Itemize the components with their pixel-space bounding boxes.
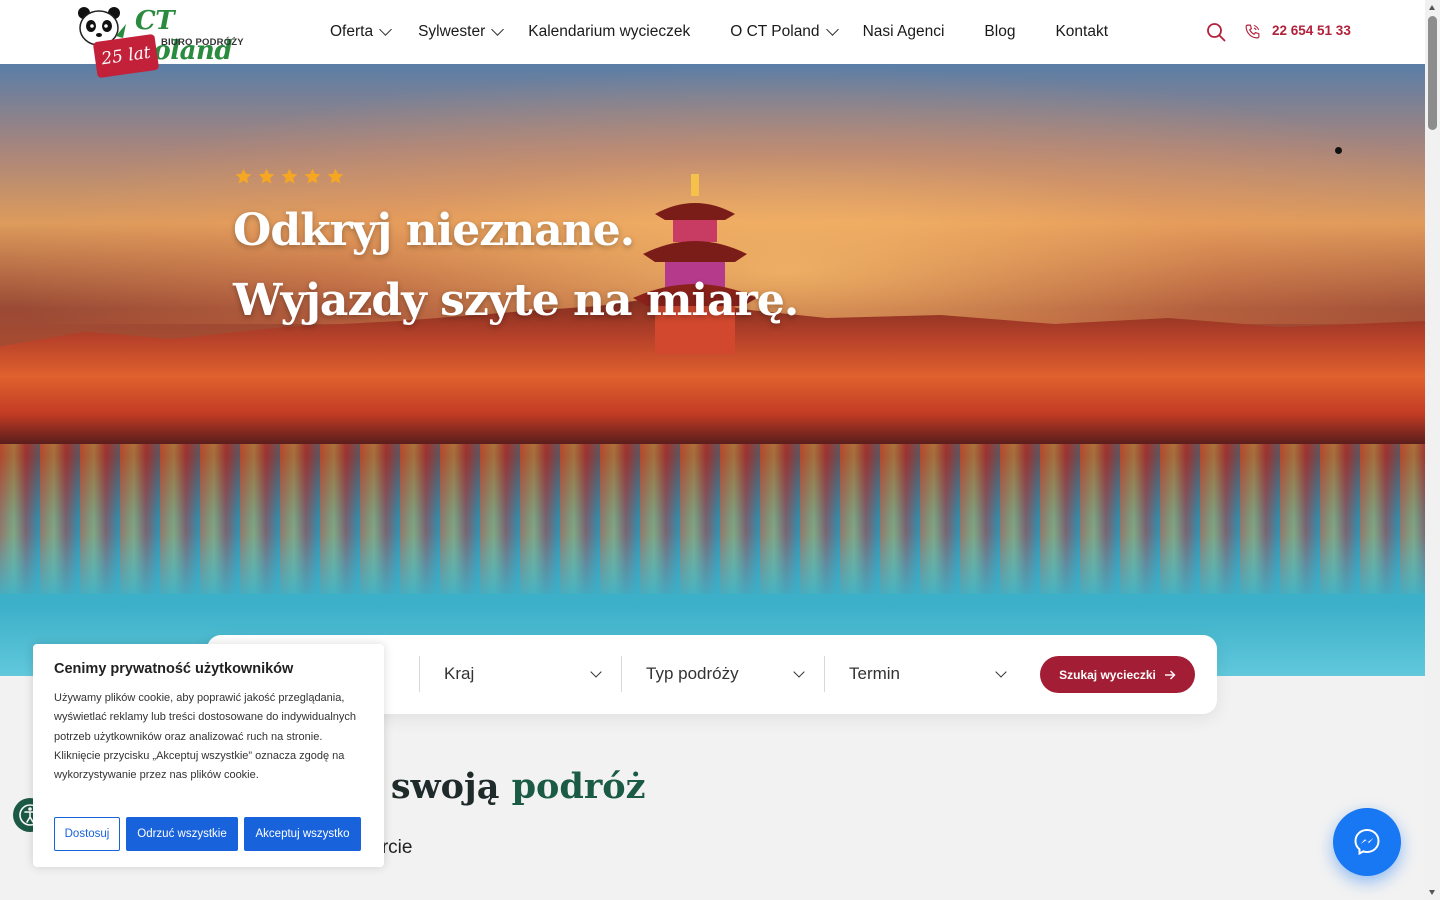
scroll-down-arrow-icon[interactable] xyxy=(1429,890,1435,895)
cookie-consent-panel: Cenimy prywatność użytkowników Używamy p… xyxy=(33,644,384,867)
star-icon xyxy=(304,168,321,184)
hero-title-line2: Wyjazdy szyte na miarę. xyxy=(233,275,799,326)
star-icon xyxy=(327,168,344,184)
trip-type-select[interactable]: Typ podróży xyxy=(646,657,805,691)
anniversary-badge: 25 lat xyxy=(92,33,160,79)
section-title-accent: podróż xyxy=(511,766,646,807)
filter-divider xyxy=(824,656,825,692)
cookie-customize-button[interactable]: Dostosuj xyxy=(54,817,120,851)
hero-headline: Odkryj nieznane. Wyjazdy szyte na miarę. xyxy=(233,196,799,336)
cookie-reject-button[interactable]: Odrzuć wszystkie xyxy=(126,817,238,851)
chevron-down-icon xyxy=(825,23,839,36)
phone-icon xyxy=(1245,24,1260,39)
chevron-down-icon xyxy=(379,23,392,36)
chevron-down-icon xyxy=(793,666,805,678)
phone-link[interactable]: 22 654 51 33 xyxy=(1272,23,1351,38)
filter-divider xyxy=(621,656,622,692)
hero-title-line1: Odkryj nieznane. xyxy=(233,205,635,256)
nav-item-sylwester[interactable]: Sylwester xyxy=(418,23,505,41)
nav-item-label: Oferta xyxy=(330,23,374,40)
nav-item-label: Kontakt xyxy=(1055,23,1109,40)
nav-item-nasi-agenci[interactable]: Nasi Agenci xyxy=(863,23,945,41)
nav-item-blog[interactable]: Blog xyxy=(984,23,1015,41)
nav-item-kalendarium[interactable]: Kalendarium wycieczek xyxy=(528,23,690,41)
messenger-icon xyxy=(1354,828,1380,856)
star-icon xyxy=(281,168,298,184)
page-scrollbar[interactable] xyxy=(1425,0,1440,900)
nav-item-label: Kalendarium wycieczek xyxy=(528,23,691,40)
main-nav: Oferta Sylwester Kalendarium wycieczek O… xyxy=(330,0,1108,64)
filter-divider xyxy=(419,656,420,692)
nav-item-label: Nasi Agenci xyxy=(862,23,945,40)
nav-item-label: Sylwester xyxy=(418,23,486,40)
scrollbar-thumb[interactable] xyxy=(1428,16,1437,130)
country-select[interactable]: Kraj xyxy=(444,657,602,691)
date-select[interactable]: Termin xyxy=(849,657,1007,691)
rating-stars xyxy=(234,167,345,186)
star-icon xyxy=(235,168,252,184)
chevron-down-icon xyxy=(491,23,505,36)
arrow-right-icon xyxy=(1164,670,1176,679)
nav-item-label: O CT Poland xyxy=(730,23,820,40)
date-select-label: Termin xyxy=(849,664,901,683)
nav-item-oferta[interactable]: Oferta xyxy=(330,23,392,41)
scroll-up-arrow-icon[interactable] xyxy=(1429,5,1435,10)
nav-item-o-ct-poland[interactable]: O CT Poland xyxy=(730,23,839,41)
cookie-buttons: Dostosuj Odrzuć wszystkie Akceptuj wszys… xyxy=(54,817,361,851)
site-header: CT Poland BIURO PODRÓŻY 25 lat Oferta Sy… xyxy=(0,0,1425,79)
chevron-down-icon xyxy=(995,666,1007,678)
nav-item-label: Blog xyxy=(984,23,1016,40)
cookie-title: Cenimy prywatność użytkowników xyxy=(54,661,294,677)
search-trips-button[interactable]: Szukaj wycieczki xyxy=(1040,656,1195,693)
country-select-label: Kraj xyxy=(444,664,475,683)
cookie-body: Używamy plików cookie, aby poprawić jako… xyxy=(54,692,357,782)
chevron-down-icon xyxy=(590,666,602,678)
hero-banner xyxy=(0,64,1425,676)
ct-poland-logo[interactable]: CT Poland BIURO PODRÓŻY 25 lat xyxy=(76,6,271,79)
search-trips-label: Szukaj wycieczki xyxy=(1059,667,1156,682)
cookie-accept-button[interactable]: Akceptuj wszystko xyxy=(244,817,361,851)
messenger-chat-button[interactable] xyxy=(1333,808,1401,876)
trip-type-select-label: Typ podróży xyxy=(646,664,739,683)
section-title-text: j swoją xyxy=(366,766,500,807)
nav-item-kontakt[interactable]: Kontakt xyxy=(1055,23,1108,41)
star-icon xyxy=(258,168,275,184)
search-icon[interactable] xyxy=(1206,22,1226,42)
logo-subtitle: BIURO PODRÓŻY xyxy=(161,37,244,48)
section-title: j swoją podróż xyxy=(366,766,646,807)
slider-dot[interactable] xyxy=(1335,147,1342,154)
